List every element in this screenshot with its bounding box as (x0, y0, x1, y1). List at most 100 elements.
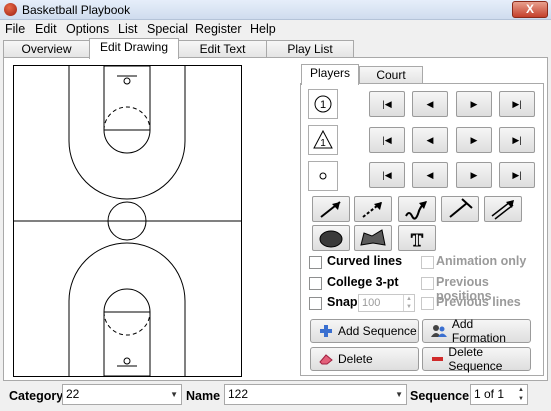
prev-icon: ◀ (426, 169, 434, 180)
menu-edit[interactable]: Edit (35, 22, 57, 36)
bottom-bar: Category 22 ▼ Name 122 ▼ Sequence 1 of 1… (0, 382, 551, 411)
category-value: 22 (66, 387, 80, 401)
ellipse-icon (319, 230, 343, 248)
tab-court[interactable]: Court (359, 66, 423, 84)
menu-bar: File Edit Options List Special Register … (0, 20, 551, 38)
ball-next-button[interactable]: ▶ (456, 162, 492, 188)
court-canvas[interactable] (13, 65, 242, 377)
pass-line-tool[interactable] (354, 196, 392, 222)
defense-first-button[interactable]: |◀ (369, 127, 405, 153)
ball-tool[interactable] (308, 161, 338, 191)
court-drawing (14, 65, 241, 377)
animation-only-label: Animation only (436, 254, 527, 268)
text-tool[interactable]: T (398, 225, 436, 251)
people-icon (431, 325, 447, 337)
curved-lines-label: Curved lines (327, 254, 403, 268)
cut-line-tool[interactable] (312, 196, 350, 222)
svg-text:1: 1 (320, 138, 326, 149)
delete-sequence-button[interactable]: Delete Sequence (422, 345, 531, 373)
close-button[interactable]: X (512, 1, 548, 18)
plus-icon (320, 325, 332, 337)
menu-file[interactable]: File (5, 22, 25, 36)
dropdown-arrow-icon: ▼ (170, 390, 178, 399)
menu-register[interactable]: Register (195, 22, 242, 36)
previous-lines-checkbox[interactable] (421, 297, 434, 310)
offense-player-tool[interactable]: 1 (308, 89, 338, 119)
tab-players[interactable]: Players (301, 64, 359, 85)
prev-icon: ◀ (426, 98, 434, 109)
double-line-arrow-icon (491, 200, 514, 220)
dropdown-arrow-icon: ▼ (395, 390, 403, 399)
delete-label: Delete (338, 352, 373, 366)
tab-overview[interactable]: Overview (3, 40, 90, 58)
text-t-icon: T (410, 230, 423, 250)
snap-label: Snap (327, 295, 358, 309)
defense-triangle-icon: 1 (313, 129, 333, 149)
defense-prev-button[interactable]: ◀ (412, 127, 448, 153)
last-icon: ▶| (512, 98, 522, 109)
ball-prev-button[interactable]: ◀ (412, 162, 448, 188)
polygon-tool[interactable] (354, 225, 392, 251)
menu-options[interactable]: Options (66, 22, 109, 36)
snap-checkbox[interactable] (309, 297, 322, 310)
last-icon: ▶| (512, 169, 522, 180)
college-3pt-checkbox[interactable] (309, 277, 322, 290)
next-icon: ▶ (470, 134, 478, 145)
spinner-arrows-icon[interactable]: ▲ ▼ (403, 295, 414, 311)
snap-value: 100 (362, 297, 381, 309)
name-value: 122 (228, 387, 249, 401)
arrow-line-icon (320, 201, 341, 218)
add-formation-label: Add Formation (451, 317, 506, 345)
offense-last-button[interactable]: ▶| (499, 91, 535, 117)
first-icon: |◀ (382, 134, 392, 145)
next-icon: ▶ (470, 169, 478, 180)
category-combo[interactable]: 22 ▼ (62, 384, 182, 405)
sequence-spinner[interactable]: 1 of 1 ▲ ▼ (470, 384, 528, 405)
players-panel: 1 |◀ ◀ ▶ ▶| 1 |◀ ◀ ▶ ▶| |◀ ◀ ▶ ▶| T Curv (300, 83, 544, 376)
ellipse-tool[interactable] (312, 225, 350, 251)
main-tabs: Overview Edit Drawing Edit Text Play Lis… (0, 38, 551, 59)
offense-prev-button[interactable]: ◀ (412, 91, 448, 117)
delete-button[interactable]: Delete (310, 347, 419, 371)
delete-sequence-label: Delete Sequence (448, 345, 503, 373)
menu-help[interactable]: Help (250, 22, 276, 36)
title-bar: Basketball Playbook X (0, 0, 551, 20)
menu-list[interactable]: List (118, 22, 137, 36)
first-icon: |◀ (382, 98, 392, 109)
last-icon: ▶| (512, 134, 522, 145)
animation-only-checkbox[interactable] (421, 256, 434, 269)
prev-icon: ◀ (426, 134, 434, 145)
snap-value-spinner[interactable]: 100 ▲ ▼ (358, 294, 415, 312)
offense-next-button[interactable]: ▶ (456, 91, 492, 117)
add-sequence-button[interactable]: Add Sequence (310, 319, 419, 343)
spinner-arrows-icon[interactable]: ▲ ▼ (518, 386, 524, 404)
handoff-line-tool[interactable] (484, 196, 522, 222)
ball-last-button[interactable]: ▶| (499, 162, 535, 188)
offense-first-button[interactable]: |◀ (369, 91, 405, 117)
defense-last-button[interactable]: ▶| (499, 127, 535, 153)
dribble-line-tool[interactable] (398, 196, 436, 222)
add-sequence-label: Add Sequence (338, 324, 417, 338)
tab-play-list[interactable]: Play List (266, 40, 354, 58)
tab-edit-drawing[interactable]: Edit Drawing (89, 38, 179, 59)
svg-text:T: T (411, 230, 423, 249)
college-3pt-label: College 3-pt (327, 275, 399, 289)
defense-player-tool[interactable]: 1 (308, 125, 338, 155)
previous-positions-checkbox[interactable] (421, 277, 434, 290)
dashed-arrow-icon (362, 201, 383, 218)
name-combo[interactable]: 122 ▼ (224, 384, 407, 405)
defense-next-button[interactable]: ▶ (456, 127, 492, 153)
menu-special[interactable]: Special (147, 22, 188, 36)
next-icon: ▶ (470, 98, 478, 109)
ball-first-button[interactable]: |◀ (369, 162, 405, 188)
basketball-app-icon (4, 3, 17, 16)
minus-icon (432, 357, 444, 361)
add-formation-button[interactable]: Add Formation (422, 317, 531, 345)
name-label: Name (186, 389, 221, 403)
eraser-icon (319, 354, 333, 365)
curved-lines-checkbox[interactable] (309, 256, 322, 269)
polygon-icon (360, 229, 386, 246)
screen-line-tool[interactable] (441, 196, 479, 222)
svg-text:1: 1 (320, 99, 326, 111)
tab-edit-text[interactable]: Edit Text (178, 40, 267, 58)
